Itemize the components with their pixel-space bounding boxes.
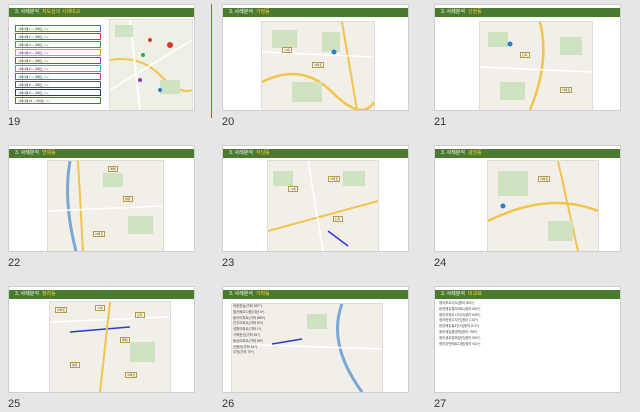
slide-number: 19 xyxy=(8,116,21,128)
legend-item: 거래사례 3 ― 아파트 ○○○ xyxy=(15,41,101,48)
slide-thumb-26[interactable]: 3. 사례분석 가좌동 대림한숲(가좌 987*) 월산베르디움(석남 6*) 동… xyxy=(214,286,414,412)
complex-list: 대림한숲(가좌 987*) 월산베르디움(석남 6*) 동아아파트(가좌 889… xyxy=(233,304,265,356)
list-item: 우방(가좌 79*) xyxy=(233,350,254,355)
legend-item: 거래사례 7 ― 아파트 ○○○ xyxy=(15,73,101,80)
map-image: 아파트 시세 xyxy=(261,21,375,110)
map-label: 시세 xyxy=(282,47,292,53)
slide-header: 3. 사례분석 가정동 xyxy=(223,8,408,17)
slide-header: 3. 사례분석 지도상의 사례비교 xyxy=(9,8,194,17)
insertion-cursor xyxy=(211,4,212,118)
slide-19[interactable]: 3. 사례분석 지도상의 사례비교 거래사례 1 ― 아파트 ○○○ 거래사례 2… xyxy=(8,4,195,111)
list-item: 청라제일풍경채(청라 755*) xyxy=(439,329,478,334)
map-label: 아파트 xyxy=(55,307,68,313)
slide-20[interactable]: 3. 사례분석 가정동 아파트 시세 xyxy=(222,4,409,111)
list-item: 월산베르디움(석남 6*) xyxy=(233,309,265,314)
legend-item: 거래사례 8 ― 아파트 ○○○ xyxy=(15,81,101,88)
slide-header: 3. 사례분석 가좌동 xyxy=(223,290,408,299)
comparison-list: 청라푸르지오(청라 892*) 한양에듀힐아파트(청라 883*) 청라국제도시… xyxy=(439,301,480,347)
slide-thumb-21[interactable]: 3. 사례분석 신현동 단지 아파트 21 xyxy=(426,4,626,134)
slide-header: 3. 사례분석 검암동 xyxy=(435,149,620,158)
map-label: 아파트 xyxy=(125,372,138,378)
map-label: 아파트 xyxy=(312,62,325,68)
map-label: 단지 xyxy=(520,52,530,58)
slide-21[interactable]: 3. 사례분석 신현동 단지 아파트 xyxy=(434,4,621,111)
slide-header: 3. 사례분석 청라동 xyxy=(9,290,194,299)
legend-item: 거래사례 4 ― 아파트 ○○○ xyxy=(15,49,101,56)
map-label: 아파트 xyxy=(93,231,106,237)
slide-thumb-23[interactable]: 3. 사례분석 석남동 시세 아파트 단지 23 xyxy=(214,145,414,275)
slide-27[interactable]: 3. 사례분석 비교표 청라푸르지오(청라 892*) 한양에듀힐아파트(청라 8… xyxy=(434,286,621,393)
slide-number: 27 xyxy=(434,398,447,410)
slide-number: 25 xyxy=(8,398,21,410)
list-item: 대림한숲(가좌 987*) xyxy=(233,304,262,308)
map-image: 아파트 시세 단지 매매 평형 아파트 xyxy=(49,301,171,392)
map-label: 시세 xyxy=(95,305,105,311)
list-item: 동남아파트(가좌 58*) xyxy=(233,338,264,343)
slide-header: 3. 사례분석 석남동 xyxy=(223,149,408,158)
slide-number: 20 xyxy=(222,116,235,128)
slide-header: 3. 사례분석 신현동 xyxy=(435,8,620,17)
slide-25[interactable]: 3. 사례분석 청라동 아파트 시세 단지 매매 평형 아파트 xyxy=(8,286,195,393)
legend-item: 거래사례 2 ― 아파트 ○○○ xyxy=(15,33,101,40)
slide-number: 26 xyxy=(222,398,235,410)
slide-thumb-27[interactable]: 3. 사례분석 비교표 청라푸르지오(청라 892*) 한양에듀힐아파트(청라 8… xyxy=(426,286,626,412)
slide-26[interactable]: 3. 사례분석 가좌동 대림한숲(가좌 987*) 월산베르디움(석남 6*) 동… xyxy=(222,286,409,393)
map-label: 시세 xyxy=(288,186,298,192)
slide-header: 3. 사례분석 연희동 xyxy=(9,149,194,158)
map-label: 아파트 xyxy=(560,87,573,93)
map-image: 매매 평형 아파트 xyxy=(47,160,164,251)
list-item: 한양에듀힐아파트(청라 883*) xyxy=(439,306,481,311)
slide-number: 23 xyxy=(222,257,235,269)
map-label: 아파트 xyxy=(328,176,341,182)
legend-item: 거래사례 9 ― 아파트 ○○○ xyxy=(15,89,101,96)
slide-sorter-grid: 3. 사례분석 지도상의 사례비교 거래사례 1 ― 아파트 ○○○ 거래사례 2… xyxy=(0,0,640,412)
slide-thumb-20[interactable]: 3. 사례분석 가정동 아파트 시세 20 xyxy=(214,4,414,134)
map-image: 단지 아파트 xyxy=(479,21,593,110)
legend-item: 거래사례 6 ― 아파트 ○○○ xyxy=(15,65,101,72)
list-item: 청라호반베르디움(청라 931*) xyxy=(439,341,481,346)
map-label: 매매 xyxy=(120,337,130,343)
map-label: 단지 xyxy=(135,312,145,318)
map-image xyxy=(109,19,193,110)
legend-item: 거래사례 5 ― 아파트 ○○○ xyxy=(15,57,101,64)
map-label: 단지 xyxy=(333,216,343,222)
slide-24[interactable]: 3. 사례분석 검암동 아파트 xyxy=(434,145,621,252)
map-label: 평형 xyxy=(123,196,133,202)
slide-23[interactable]: 3. 사례분석 석남동 시세 아파트 단지 xyxy=(222,145,409,252)
slide-number: 21 xyxy=(434,116,447,128)
slide-thumb-25[interactable]: 3. 사례분석 청라동 아파트 시세 단지 매매 평형 아파트 25 xyxy=(0,286,200,412)
slide-header: 3. 사례분석 비교표 xyxy=(435,290,620,299)
map-image: 시세 아파트 단지 xyxy=(267,160,379,251)
map-image: 아파트 xyxy=(487,160,599,251)
map-label: 매매 xyxy=(108,166,118,172)
slide-thumb-19[interactable]: 3. 사례분석 지도상의 사례비교 거래사례 1 ― 아파트 ○○○ 거래사례 2… xyxy=(0,4,200,134)
slide-thumb-24[interactable]: 3. 사례분석 검암동 아파트 24 xyxy=(426,145,626,275)
slide-number: 22 xyxy=(8,257,21,269)
map-label: 평형 xyxy=(70,362,80,368)
slide-thumb-22[interactable]: 3. 사례분석 연희동 매매 평형 아파트 22 xyxy=(0,145,200,275)
slide-number: 24 xyxy=(434,257,447,269)
legend-item: 거래사례 10 ― 아파트 ○○○ xyxy=(15,97,101,104)
legend-item: 거래사례 1 ― 아파트 ○○○ xyxy=(15,25,101,32)
slide-22[interactable]: 3. 사례분석 연희동 매매 평형 아파트 xyxy=(8,145,195,252)
list-item: 청라센트럴에일린(청라 552*) xyxy=(439,335,481,340)
map-label: 아파트 xyxy=(538,176,551,182)
